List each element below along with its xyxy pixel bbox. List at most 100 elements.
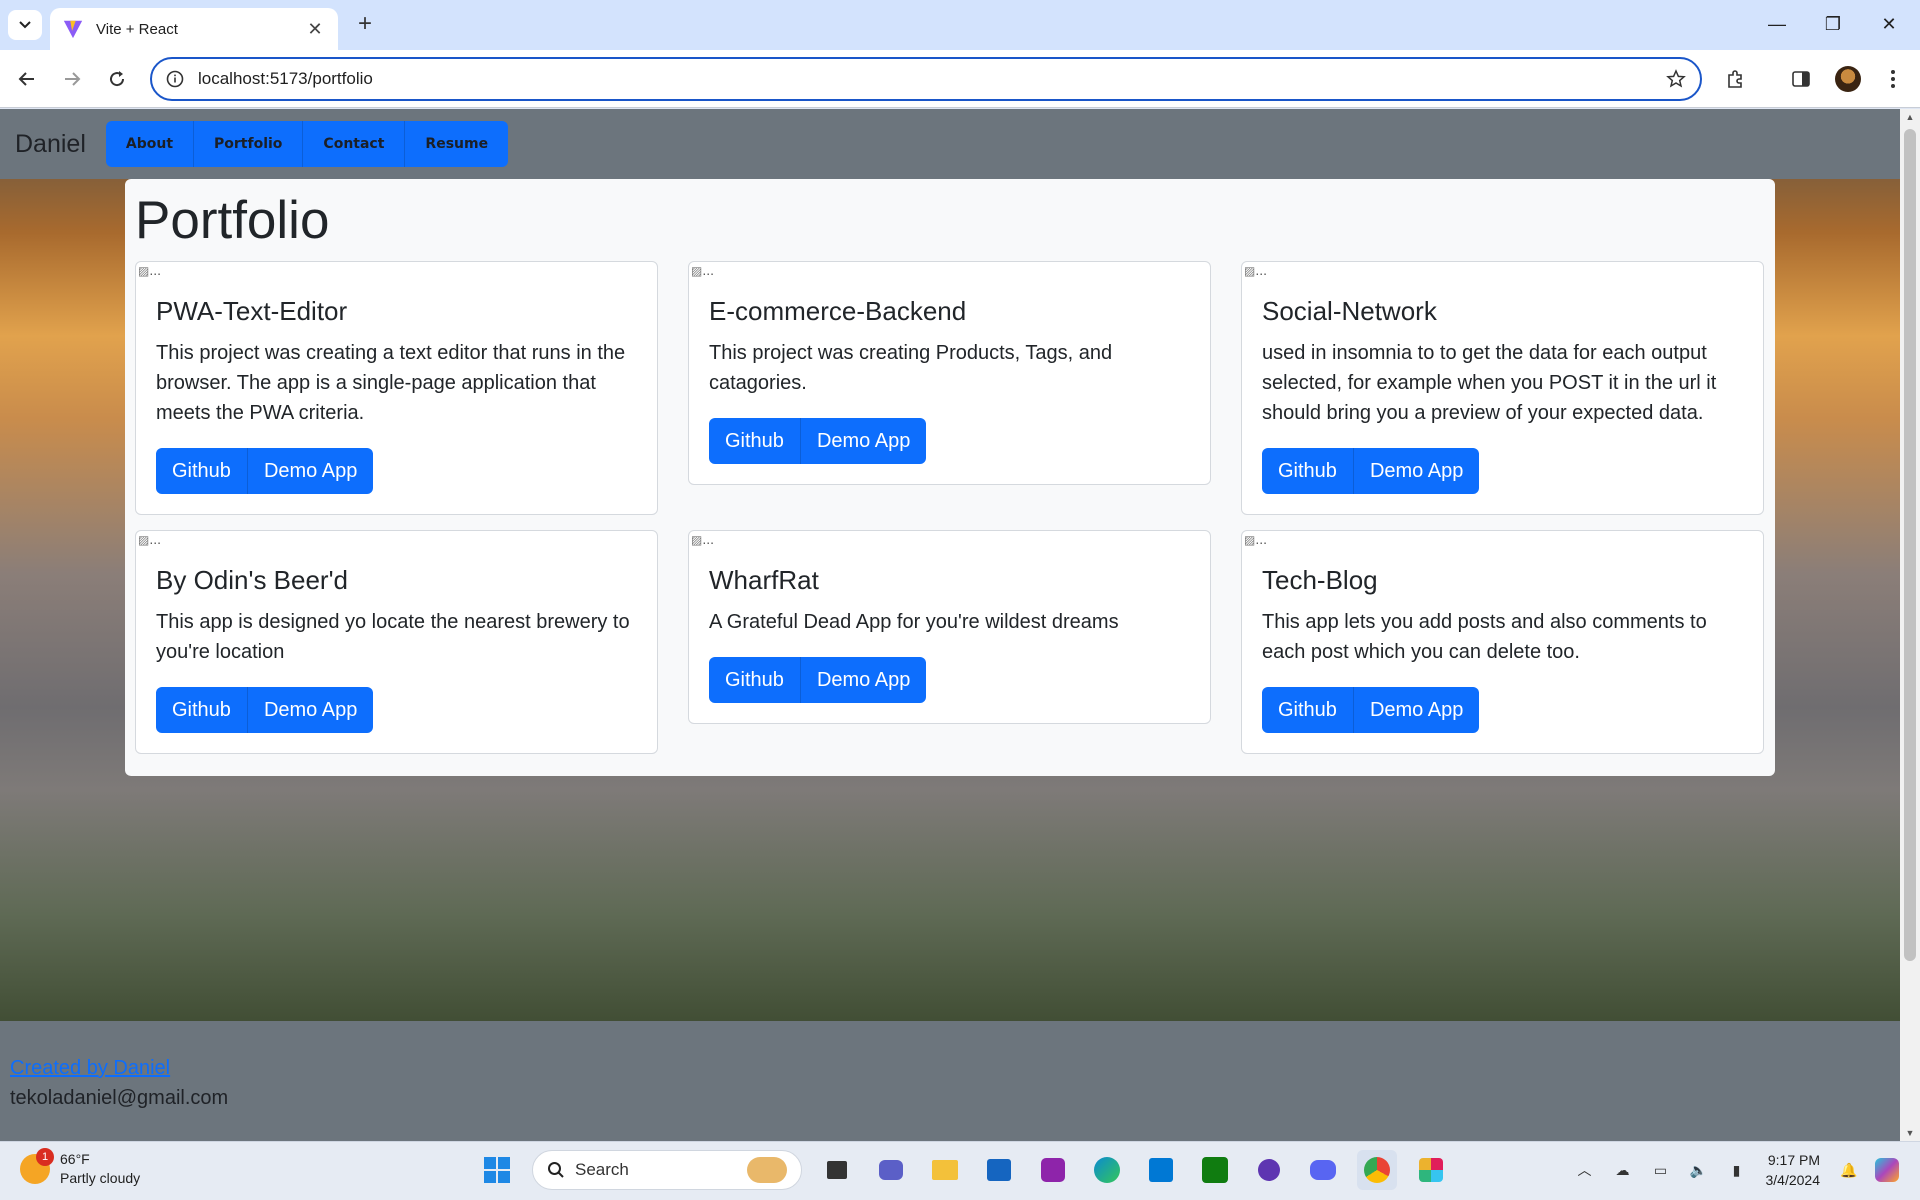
- puzzle-icon: [1728, 70, 1742, 88]
- tab-title: Vite + React: [96, 20, 178, 38]
- project-title: WharfRat: [709, 565, 819, 595]
- url-text[interactable]: localhost:5173/portfolio: [198, 69, 1666, 89]
- browser-tab[interactable]: Vite + React ✕: [50, 8, 338, 50]
- time: 9:17 PM: [1767, 1152, 1820, 1168]
- weather-condition: Partly cloudy: [60, 1170, 141, 1186]
- project-description: used in insomnia to to get the data for …: [1262, 342, 1717, 424]
- project-title: Tech-Blog: [1262, 565, 1378, 595]
- search-icon: [548, 1162, 564, 1178]
- bookmark-star-icon[interactable]: [1666, 69, 1686, 89]
- search-placeholder: Search: [575, 1160, 629, 1179]
- browser-toolbar: localhost:5173/portfolio: [0, 50, 1920, 108]
- weather-icon: 1: [20, 1148, 54, 1184]
- github-button[interactable]: Github: [156, 448, 248, 494]
- pinned-app-icon[interactable]: [1033, 1150, 1073, 1190]
- github-button[interactable]: Github: [156, 687, 248, 733]
- slack-icon[interactable]: [1411, 1150, 1451, 1190]
- demo-app-button[interactable]: Demo App: [1353, 687, 1480, 733]
- side-panel-icon: [1792, 71, 1810, 87]
- site-info-icon[interactable]: [166, 70, 184, 88]
- github-button[interactable]: Github: [1262, 448, 1354, 494]
- notification-badge: 1: [36, 1148, 54, 1166]
- project-description: This app is designed yo locate the neare…: [156, 611, 630, 663]
- project-title: Social-Network: [1262, 296, 1437, 326]
- nav-contact[interactable]: Contact: [303, 121, 406, 167]
- reload-button[interactable]: [100, 62, 134, 96]
- clock[interactable]: 9:17 PM 3/4/2024: [1766, 1150, 1821, 1190]
- image-alt-text: ...: [149, 262, 162, 278]
- file-explorer-icon[interactable]: [925, 1150, 965, 1190]
- chrome-icon[interactable]: [1357, 1150, 1397, 1190]
- scroll-up-icon[interactable]: ▲: [1900, 109, 1920, 125]
- page-title: Portfolio: [135, 191, 330, 250]
- xbox-icon[interactable]: [1195, 1150, 1235, 1190]
- project-description: This project was creating a text editor …: [156, 342, 626, 424]
- demo-app-button[interactable]: Demo App: [800, 657, 927, 703]
- discord-icon[interactable]: [1303, 1150, 1343, 1190]
- demo-app-button[interactable]: Demo App: [800, 418, 927, 464]
- image-alt-text: ...: [149, 531, 162, 547]
- created-by-link[interactable]: Created by Daniel: [10, 1053, 1890, 1083]
- close-window-button[interactable]: ✕: [1864, 8, 1914, 40]
- profile-button[interactable]: [1831, 62, 1865, 96]
- page-scrollbar[interactable]: ▲ ▼: [1900, 109, 1920, 1141]
- edge-icon[interactable]: [1087, 1150, 1127, 1190]
- weather-widget[interactable]: 1 66°F Partly cloudy: [20, 1148, 141, 1188]
- chevron-up-icon[interactable]: ︿: [1572, 1157, 1598, 1183]
- broken-image-icon: ▨...: [138, 262, 162, 278]
- scroll-down-icon[interactable]: ▼: [1900, 1125, 1920, 1141]
- menu-button[interactable]: [1876, 62, 1910, 96]
- windows-logo-icon: [484, 1157, 510, 1183]
- project-card: ▨... PWA-Text-Editor This project was cr…: [135, 261, 658, 515]
- tab-strip: Vite + React ✕ + — ❐ ✕: [0, 0, 1920, 50]
- demo-app-button[interactable]: Demo App: [247, 687, 374, 733]
- github-button[interactable]: Github: [709, 418, 801, 464]
- moon-app-icon[interactable]: [1249, 1150, 1289, 1190]
- github-button[interactable]: Github: [1262, 687, 1354, 733]
- tab-search-button[interactable]: [8, 10, 42, 40]
- extensions-button[interactable]: [1718, 62, 1752, 96]
- nav-button-group: About Portfolio Contact Resume: [105, 121, 509, 167]
- site-footer: Created by Daniel tekoladaniel@gmail.com: [0, 1021, 1900, 1141]
- demo-app-button[interactable]: Demo App: [247, 448, 374, 494]
- broken-image-icon: ▨...: [691, 531, 715, 547]
- nav-resume[interactable]: Resume: [405, 121, 508, 167]
- demo-app-button[interactable]: Demo App: [1353, 448, 1480, 494]
- network-icon[interactable]: ▭: [1648, 1157, 1674, 1183]
- start-button[interactable]: [477, 1150, 517, 1190]
- notification-bell-icon[interactable]: 🔔: [1836, 1157, 1862, 1183]
- minimize-button[interactable]: —: [1752, 8, 1802, 40]
- chat-icon[interactable]: [871, 1150, 911, 1190]
- store-icon[interactable]: [979, 1150, 1019, 1190]
- project-title: E-commerce-Backend: [709, 296, 967, 326]
- forward-button[interactable]: [55, 62, 89, 96]
- back-button[interactable]: [10, 62, 44, 96]
- address-bar[interactable]: localhost:5173/portfolio: [150, 57, 1702, 101]
- project-card: ▨... By Odin's Beer'd This app is design…: [135, 530, 658, 754]
- taskbar-apps: Search: [470, 1150, 1458, 1190]
- taskbar-search[interactable]: Search: [532, 1150, 802, 1190]
- scrollbar-thumb[interactable]: [1904, 129, 1916, 961]
- site-brand[interactable]: Daniel: [15, 130, 86, 159]
- battery-icon[interactable]: ▮: [1724, 1157, 1750, 1183]
- github-button[interactable]: Github: [709, 657, 801, 703]
- project-title: PWA-Text-Editor: [156, 296, 348, 326]
- volume-icon[interactable]: 🔈: [1686, 1157, 1712, 1183]
- new-tab-button[interactable]: +: [350, 10, 380, 40]
- restore-button[interactable]: ❐: [1808, 8, 1858, 40]
- kebab-menu-icon: [1891, 70, 1895, 88]
- project-description: This app lets you add posts and also com…: [1262, 611, 1707, 663]
- image-alt-text: ...: [702, 262, 715, 278]
- vscode-icon[interactable]: [1141, 1150, 1181, 1190]
- side-panel-button[interactable]: [1784, 62, 1818, 96]
- site-navbar: Daniel About Portfolio Contact Resume: [0, 109, 1900, 179]
- close-tab-icon[interactable]: ✕: [304, 19, 326, 40]
- copilot-icon[interactable]: [1874, 1157, 1900, 1183]
- nav-portfolio[interactable]: Portfolio: [194, 121, 304, 167]
- nav-about[interactable]: About: [106, 121, 195, 167]
- project-card: ▨... WharfRat A Grateful Dead App for yo…: [688, 530, 1211, 724]
- onedrive-icon[interactable]: ☁: [1610, 1157, 1636, 1183]
- system-tray: ︿ ☁ ▭ 🔈 ▮ 9:17 PM 3/4/2024 🔔: [1566, 1150, 1907, 1190]
- broken-image-icon: ▨...: [691, 262, 715, 278]
- task-view-icon[interactable]: [817, 1150, 857, 1190]
